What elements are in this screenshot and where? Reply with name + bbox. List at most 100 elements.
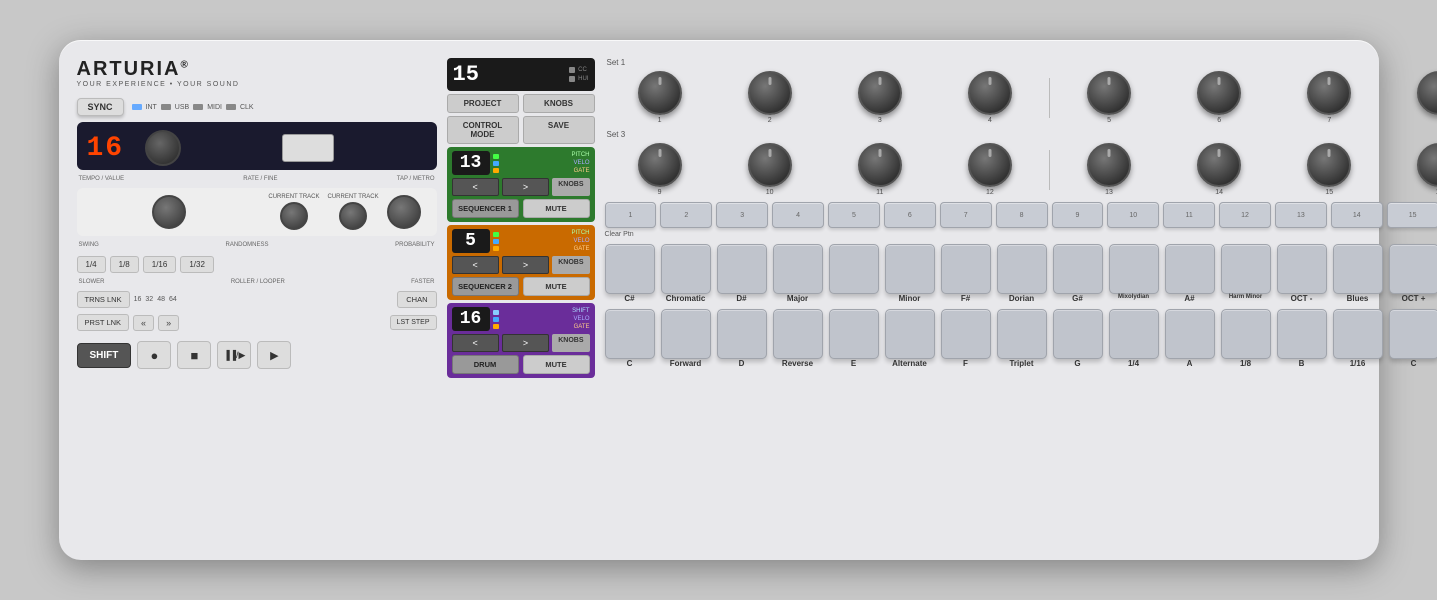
- seq2-mute-button[interactable]: MUTE: [523, 277, 590, 296]
- seq3-nav-left[interactable]: <: [452, 334, 499, 352]
- randomness-label: RANDOMNESS: [225, 242, 268, 248]
- sync-button[interactable]: SYNC: [77, 98, 124, 116]
- steps-row: 1 2 3 4 5 6 7 8 9 10 11 12 13 14 15 16: [605, 202, 1437, 228]
- step-14[interactable]: 14: [1331, 202, 1383, 228]
- pad-alternate[interactable]: [885, 309, 935, 359]
- pad-oct-minus[interactable]: [1277, 244, 1327, 294]
- pad-f-sharp[interactable]: [941, 244, 991, 294]
- pad-unit-mixolydian: Mixolydian: [1109, 244, 1159, 303]
- pad-a[interactable]: [1165, 309, 1215, 359]
- play-pause-button[interactable]: ▐▐/▶: [217, 341, 251, 369]
- seq3-knobs-button[interactable]: KNOBS: [552, 334, 589, 352]
- probability-knob[interactable]: [387, 195, 421, 229]
- step-2[interactable]: 2: [660, 202, 712, 228]
- trns-lnk-button[interactable]: TRNS LNK: [77, 291, 130, 308]
- pad-empty1[interactable]: [829, 244, 879, 294]
- seq3-leds: [493, 310, 499, 329]
- step-15[interactable]: 15: [1387, 202, 1437, 228]
- lst-step-button[interactable]: LST STEP: [390, 315, 437, 330]
- step-10[interactable]: 10: [1107, 202, 1159, 228]
- pad-dorian[interactable]: [997, 244, 1047, 294]
- pad-c[interactable]: [605, 309, 655, 359]
- pad-harm-minor[interactable]: [1221, 244, 1271, 294]
- pad-c-sharp[interactable]: [605, 244, 655, 294]
- pad-minor[interactable]: [885, 244, 935, 294]
- seq3-nav-right[interactable]: >: [502, 334, 549, 352]
- arrow-right-button[interactable]: »: [158, 315, 179, 331]
- pad-blues[interactable]: [1333, 244, 1383, 294]
- trns-numbers: 16 32 48 64: [134, 296, 177, 303]
- seq2-nav-left[interactable]: <: [452, 256, 499, 274]
- seq1-velo-led: [493, 161, 499, 166]
- step-7[interactable]: 7: [940, 202, 992, 228]
- pad-g-sharp[interactable]: [1053, 244, 1103, 294]
- pad-triplet[interactable]: [997, 309, 1047, 359]
- seq2-nav-right[interactable]: >: [502, 256, 549, 274]
- pad-forward[interactable]: [661, 309, 711, 359]
- step-6[interactable]: 6: [884, 202, 936, 228]
- pad-major[interactable]: [773, 244, 823, 294]
- seq2-knobs-button[interactable]: KNOBS: [552, 256, 589, 274]
- step-5[interactable]: 5: [828, 202, 880, 228]
- drum-button[interactable]: DRUM: [452, 355, 519, 374]
- step-8[interactable]: 8: [996, 202, 1048, 228]
- rate-btn-1-8[interactable]: 1/8: [110, 256, 139, 273]
- sequencer2-section: 5 PITCH VELO GATE < > KNOBS SEQUENCER 2: [447, 225, 595, 300]
- step-13[interactable]: 13: [1275, 202, 1327, 228]
- seq1-mute-button[interactable]: MUTE: [523, 199, 590, 218]
- control-mode-button[interactable]: CONTROL MODE: [447, 116, 519, 144]
- pad-g[interactable]: [1053, 309, 1103, 359]
- prst-lnk-button[interactable]: PRST LNK: [77, 314, 130, 331]
- pad-chromatic[interactable]: [661, 244, 711, 294]
- pad-a-sharp[interactable]: [1165, 244, 1215, 294]
- seq3-mute-button[interactable]: MUTE: [523, 355, 590, 374]
- pad-f[interactable]: [941, 309, 991, 359]
- step-9[interactable]: 9: [1052, 202, 1104, 228]
- step-1[interactable]: 1: [605, 202, 657, 228]
- current-track-knob1[interactable]: [280, 202, 308, 230]
- pad-mixolydian[interactable]: [1109, 244, 1159, 294]
- knob-12: 12: [935, 143, 1045, 196]
- chan-button[interactable]: CHAN: [397, 291, 436, 308]
- stop-button[interactable]: ■: [177, 341, 211, 369]
- step-4[interactable]: 4: [772, 202, 824, 228]
- current-track-knob2[interactable]: [339, 202, 367, 230]
- pad-1-8[interactable]: [1221, 309, 1271, 359]
- pad-1-16[interactable]: [1333, 309, 1383, 359]
- pad-c2[interactable]: [1389, 309, 1437, 359]
- step-12[interactable]: 12: [1219, 202, 1271, 228]
- probability-label: PROBABILITY: [395, 242, 434, 248]
- sequencer2-button[interactable]: SEQUENCER 2: [452, 277, 519, 296]
- pad-oct-plus[interactable]: [1389, 244, 1437, 294]
- pad-unit-f: F: [941, 309, 991, 368]
- arrow-left-button[interactable]: «: [133, 315, 154, 331]
- pad-d[interactable]: [717, 309, 767, 359]
- seq1-nav-left[interactable]: <: [452, 178, 499, 196]
- seq1-knobs-button[interactable]: KNOBS: [552, 178, 589, 196]
- tempo-knob[interactable]: [145, 130, 181, 166]
- pad-1-4[interactable]: [1109, 309, 1159, 359]
- pad-d-sharp[interactable]: [717, 244, 767, 294]
- rate-btn-1-16[interactable]: 1/16: [143, 256, 177, 273]
- pad-e[interactable]: [829, 309, 879, 359]
- shift-button[interactable]: SHIFT: [77, 343, 132, 368]
- seq1-display: 13: [452, 151, 490, 175]
- pad-unit-1-4: 1/4: [1109, 309, 1159, 368]
- rate-btn-1-32[interactable]: 1/32: [180, 256, 214, 273]
- seq1-nav-right[interactable]: >: [502, 178, 549, 196]
- step-11[interactable]: 11: [1163, 202, 1215, 228]
- sequencer1-button[interactable]: SEQUENCER 1: [452, 199, 519, 218]
- swing-knob[interactable]: [152, 195, 186, 229]
- middle-panel: 15 CC HUI PROJECT KNOBS CONTROL MODE SAV…: [447, 58, 595, 542]
- project-button[interactable]: PROJECT: [447, 94, 519, 113]
- nav-right-button[interactable]: ▶: [257, 341, 291, 369]
- pad-reverse[interactable]: [773, 309, 823, 359]
- record-button[interactable]: ●: [137, 341, 171, 369]
- save-button[interactable]: SAVE: [523, 116, 595, 144]
- rate-btn-1-4[interactable]: 1/4: [77, 256, 106, 273]
- knobs-button-1[interactable]: KNOBS: [523, 94, 595, 113]
- cc-led: [569, 67, 575, 73]
- pad-b[interactable]: [1277, 309, 1327, 359]
- knobs-row2: 9 10 11 12 13 14 15 16: [605, 143, 1437, 196]
- step-3[interactable]: 3: [716, 202, 768, 228]
